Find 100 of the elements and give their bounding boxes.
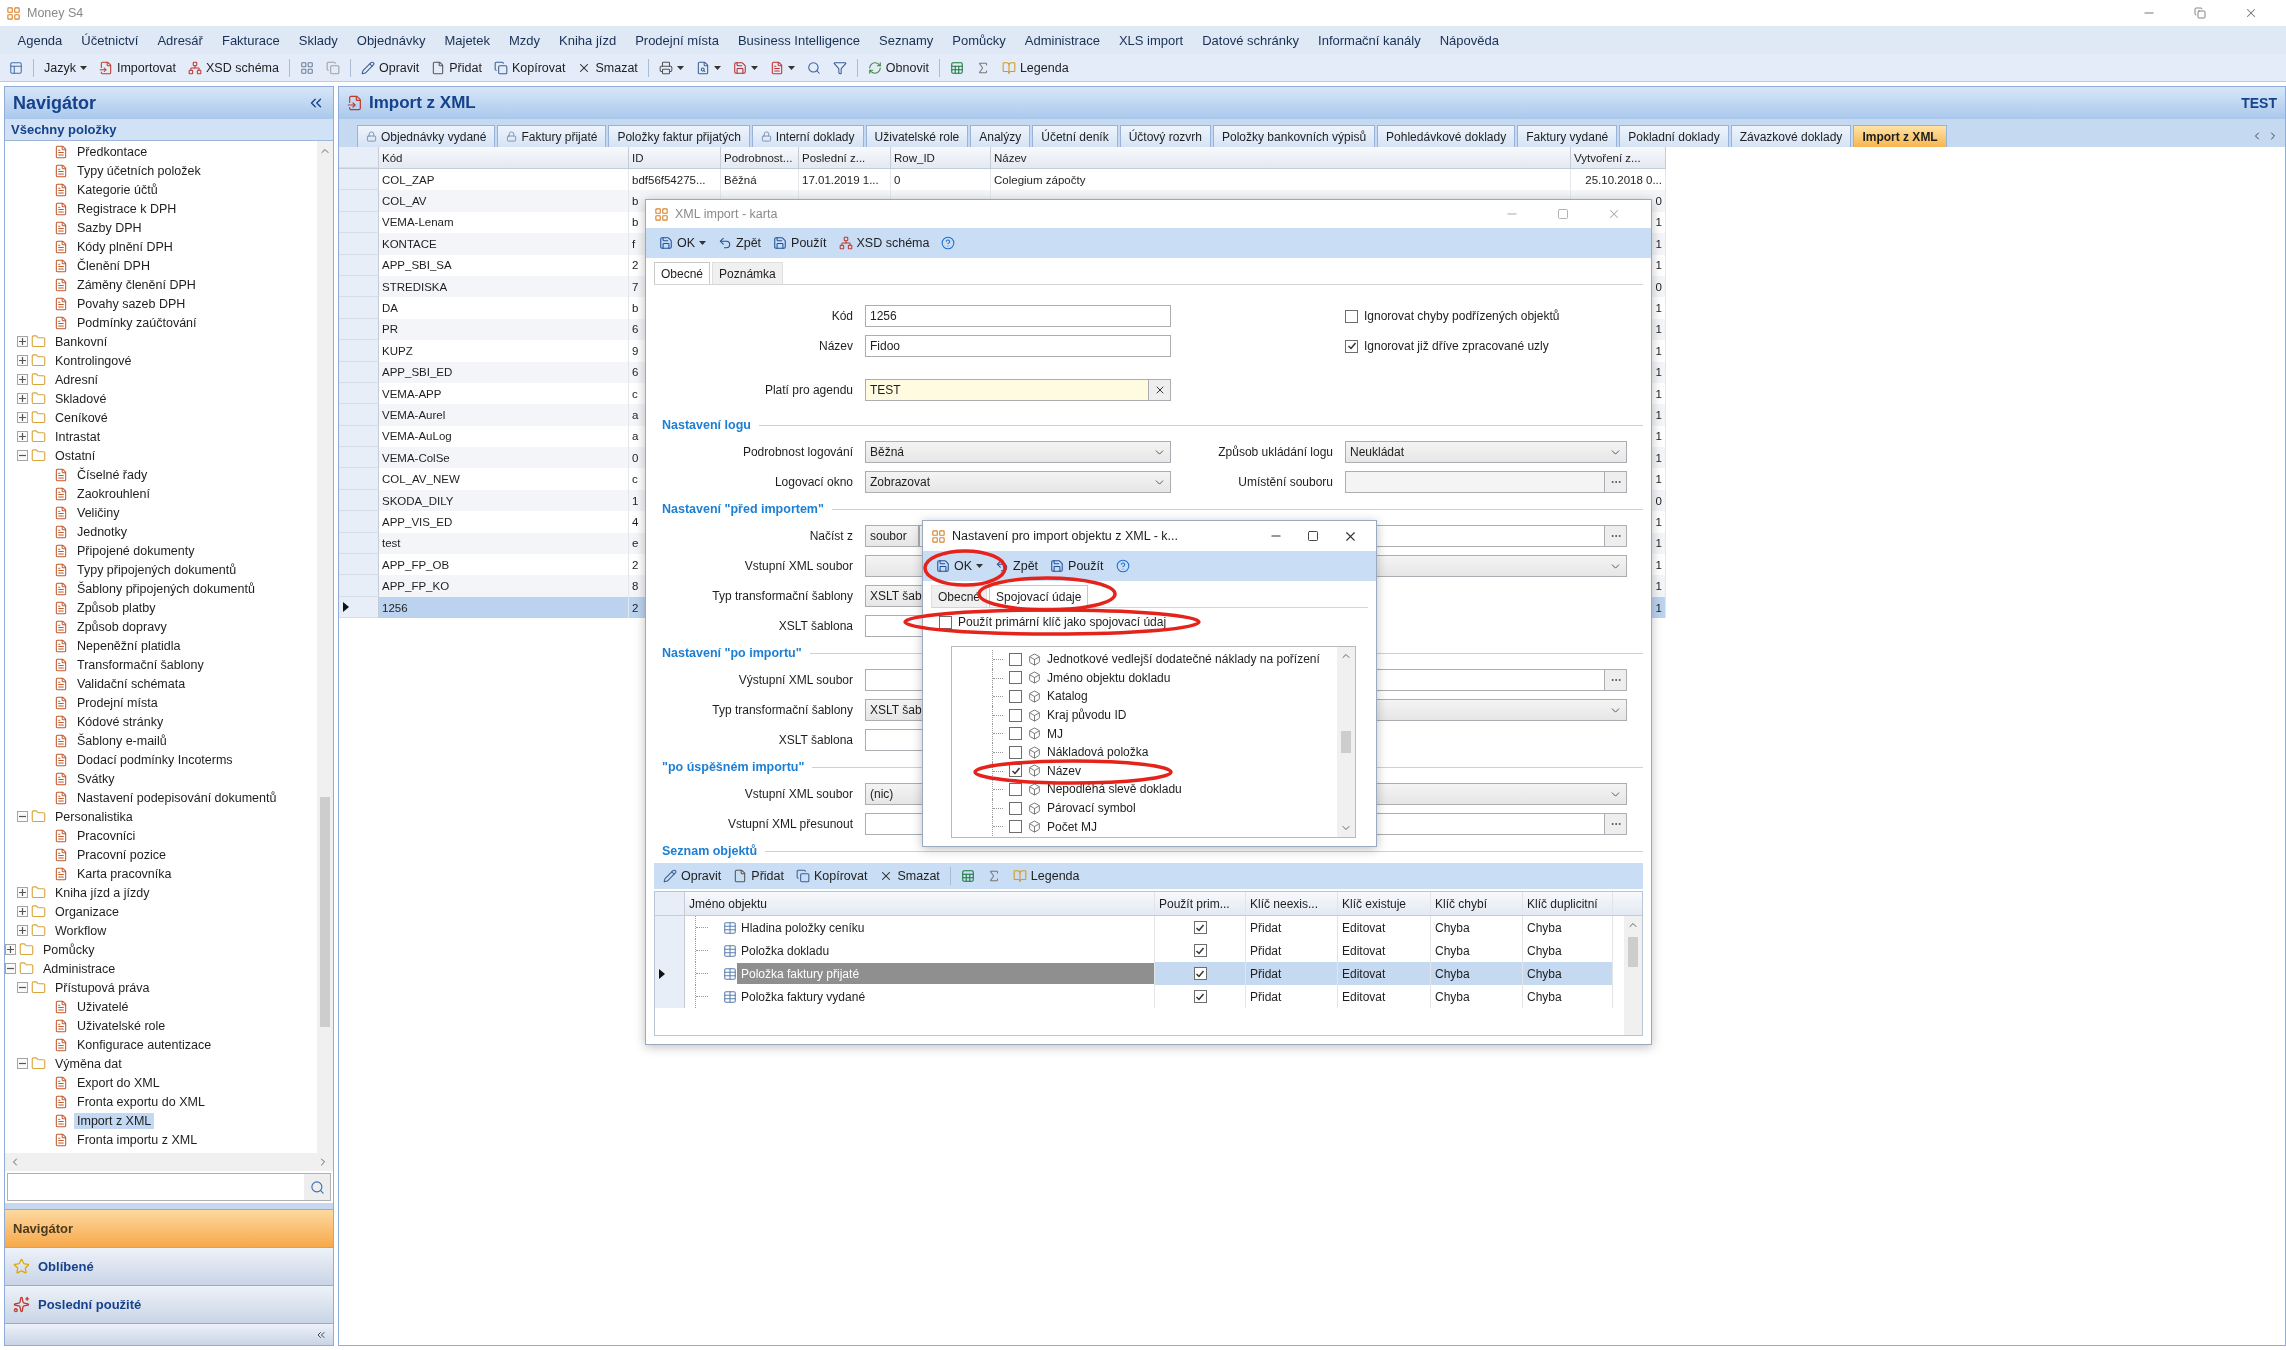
- table-cell: 4: [632, 515, 639, 528]
- table-cell: 1: [1655, 237, 1662, 250]
- table-cell: Chyba: [1435, 943, 1470, 958]
- table-cell: 1: [1655, 216, 1662, 229]
- table-cell: bdf56f54275...: [632, 173, 706, 186]
- table-cell: 0: [1655, 280, 1662, 293]
- column-header: Klíč neexis...: [1250, 896, 1319, 911]
- checkbox-label: Použít primární klíč jako spojovací údaj: [958, 615, 1167, 629]
- table-cell: 6: [632, 366, 639, 379]
- table-cell: Chyba: [1527, 943, 1562, 958]
- table-cell: COL_AV: [382, 195, 427, 208]
- table-cell: 1: [1655, 344, 1662, 357]
- field-label: Výstupní XML soubor: [738, 673, 853, 687]
- table-cell: Chyba: [1527, 989, 1562, 1004]
- table-cell: e: [632, 537, 639, 550]
- table-cell: Editovat: [1342, 920, 1386, 935]
- table-cell: 1: [1655, 366, 1662, 379]
- panel-title: Navigátor: [13, 92, 97, 114]
- table-cell: VEMA-AuLog: [382, 430, 452, 443]
- table-cell: Přidat: [1250, 966, 1282, 981]
- table-cell: APP_FP_OB: [382, 558, 450, 571]
- field-label: Kód: [831, 309, 853, 323]
- table-cell: Přidat: [1250, 920, 1282, 935]
- section-heading: Nastavení "před importem": [662, 502, 824, 516]
- table-cell: 1: [1655, 387, 1662, 400]
- table-cell: APP_FP_KO: [382, 580, 450, 593]
- section-heading: Seznam objektů: [662, 844, 758, 858]
- column-header: Jméno objektu: [689, 896, 768, 911]
- table-cell: 0: [632, 451, 639, 464]
- table-cell: SKODA_DILY: [382, 494, 454, 507]
- table-cell: 2: [632, 259, 639, 272]
- table-cell: KUPZ: [382, 344, 413, 357]
- field-label: XSLT šablona: [778, 733, 853, 747]
- table-cell: COL_AV_NEW: [382, 473, 460, 486]
- table-cell: c: [632, 473, 638, 486]
- table-cell: 1: [1655, 409, 1662, 421]
- checkbox-label: Ignorovat již dříve zpracované uzly: [1364, 339, 1549, 353]
- column-header: Použít prim...: [1159, 896, 1230, 911]
- table-cell: b: [632, 302, 639, 315]
- window-title: Money S4: [27, 6, 84, 20]
- field-label: Způsob ukládání logu: [1218, 445, 1333, 459]
- agenda-label: TEST: [2241, 95, 2277, 111]
- table-cell: PR: [382, 323, 398, 336]
- table-cell: 2: [632, 558, 639, 571]
- table-cell: 1: [1655, 558, 1662, 571]
- column-header: Vytvoření z...: [1571, 147, 1666, 168]
- table-cell: 1: [1655, 537, 1662, 550]
- field-label: Název: [819, 339, 853, 353]
- table-cell: 7: [632, 280, 639, 293]
- checkbox-label: Ignorovat chyby podřízených objektů: [1364, 309, 1560, 323]
- table-cell: VEMA-Lenam: [382, 216, 454, 229]
- field-label: Umístění souboru: [1238, 475, 1333, 489]
- table-cell: Chyba: [1527, 966, 1562, 981]
- table-cell: Editovat: [1342, 989, 1386, 1004]
- table-cell: 1256: [382, 601, 408, 614]
- table-cell: APP_VIS_ED: [382, 515, 453, 528]
- field-label: Podrobnost logování: [742, 445, 853, 459]
- table-cell: 17.01.2019 1...: [802, 173, 879, 186]
- field-label: Platí pro agendu: [764, 383, 853, 397]
- table-cell: 6: [632, 323, 639, 336]
- table-cell: STREDISKA: [382, 280, 448, 293]
- table-cell: Chyba: [1527, 920, 1562, 935]
- field-label: Načíst z: [809, 529, 853, 543]
- table-cell: Běžná: [724, 173, 757, 186]
- dialog-title: Nastavení pro import objektu z XML - k...: [952, 529, 1178, 543]
- column-header: Poslední z...: [799, 147, 891, 168]
- table-cell: 1: [1655, 323, 1662, 336]
- table-cell: 0: [894, 173, 901, 186]
- table-cell: 8: [632, 580, 639, 593]
- table-cell: 1: [1655, 473, 1662, 486]
- table-cell: KONTACE: [382, 237, 437, 250]
- table-cell: COL_ZAP: [382, 173, 435, 186]
- table-cell: f: [632, 237, 636, 250]
- group-header: Všechny položky: [5, 119, 333, 141]
- table-cell: Editovat: [1342, 943, 1386, 958]
- table-cell: 25.10.2018 0...: [1585, 173, 1662, 186]
- table-cell: 1: [1655, 259, 1662, 272]
- column-header: Row_ID: [891, 147, 991, 168]
- section-heading: Nastavení logu: [662, 418, 751, 432]
- table-cell: 2: [632, 601, 639, 614]
- table-cell: APP_SBI_SA: [382, 259, 452, 272]
- field-label: Typ transformační šablony: [712, 703, 853, 717]
- table-cell: 1: [1655, 601, 1662, 614]
- field-label: Logovací okno: [774, 475, 853, 489]
- field-label: Vstupní XML soubor: [744, 559, 853, 573]
- table-cell: Chyba: [1435, 966, 1470, 981]
- section-heading: Nastavení "po importu": [662, 646, 802, 660]
- column-header: Název: [991, 147, 1571, 168]
- column-header: ID: [629, 147, 721, 168]
- field-label: Vstupní XML přesunout: [728, 817, 853, 831]
- table-cell: 1: [1655, 580, 1662, 593]
- table-cell: VEMA-ColSe: [382, 451, 450, 464]
- table-cell: a: [632, 409, 639, 421]
- column-header: Podrobnost...: [721, 147, 799, 168]
- table-cell: b: [632, 216, 639, 229]
- table-cell: APP_SBI_ED: [382, 366, 453, 379]
- column-header: Klíč existuje: [1342, 896, 1407, 911]
- table-cell: VEMA-APP: [382, 387, 442, 400]
- table-cell: 1: [1655, 430, 1662, 443]
- table-cell: Editovat: [1342, 966, 1386, 981]
